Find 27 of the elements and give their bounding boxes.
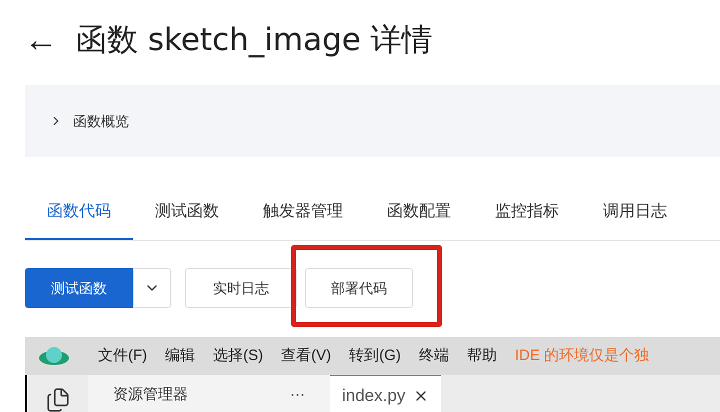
menu-item[interactable]: 文件(F) <box>98 344 148 368</box>
menu-item[interactable]: 选择(S) <box>213 344 264 368</box>
menu-item[interactable]: 转到(G) <box>349 344 401 368</box>
tab[interactable]: 函数代码 <box>25 185 133 240</box>
deploy-code-button[interactable]: 部署代码 <box>305 268 413 308</box>
test-function-button[interactable]: 测试函数 <box>25 268 133 308</box>
overview-panel[interactable]: 函数概览 <box>25 85 720 157</box>
more-actions[interactable]: ··· <box>290 384 305 406</box>
menu-item[interactable]: 查看(V) <box>281 344 332 368</box>
overview-label: 函数概览 <box>73 112 129 130</box>
notice-text: IDE 的环境仅是个独 <box>514 346 650 366</box>
tab[interactable]: 触发器管理 <box>241 185 365 240</box>
realtime-log-button[interactable]: 实时日志 <box>185 268 297 308</box>
back-arrow[interactable]: ← <box>24 23 58 57</box>
menu-item[interactable]: 编辑 <box>165 344 196 368</box>
file-name: index.py <box>342 384 406 407</box>
page-title: 函数 sketch_image 详情 <box>76 20 433 60</box>
tab[interactable]: 测试函数 <box>133 185 241 240</box>
editor-tab[interactable]: index.py <box>330 375 442 412</box>
tab[interactable]: 监控指标 <box>473 185 581 240</box>
menu-item[interactable]: 终端 <box>418 344 449 368</box>
files-icon[interactable] <box>44 387 70 412</box>
explorer-title: 资源管理器 <box>113 384 188 405</box>
menu-item[interactable]: 帮助 <box>466 344 497 368</box>
cloud-logo-icon <box>38 346 70 366</box>
tab[interactable]: 函数配置 <box>365 185 473 240</box>
tab[interactable]: 调用日志 <box>581 185 689 240</box>
